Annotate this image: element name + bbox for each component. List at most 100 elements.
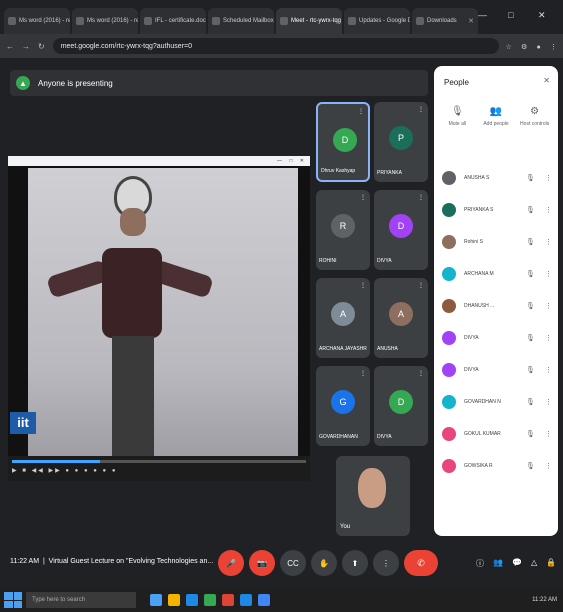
activities-icon[interactable]: △ [531, 558, 537, 569]
windows-start-icon[interactable] [4, 592, 22, 608]
people-panel-title: People [444, 78, 469, 87]
people-action-button[interactable]: ⚙ Host controls [517, 106, 553, 127]
mic-off-icon[interactable]: 🎙 [526, 334, 535, 342]
participant-tile[interactable]: ⋮ D Dhruv Kashyap [316, 102, 370, 182]
mic-button[interactable]: 🎤 [218, 550, 244, 576]
list-item[interactable]: Rohini S 🎙 ⋮ [434, 226, 558, 258]
tab-close-icon[interactable]: ✕ [468, 17, 474, 25]
people-icon[interactable]: 👥 [493, 558, 503, 569]
list-item[interactable]: GOVARDHAN N 🎙 ⋮ [434, 386, 558, 418]
list-item[interactable]: DIVYA 🎙 ⋮ [434, 354, 558, 386]
list-item[interactable]: PRIYANKA S 🎙 ⋮ [434, 194, 558, 226]
profile-icon[interactable]: ● [537, 44, 541, 51]
list-item[interactable]: GOKUL KUMAR 🎙 ⋮ [434, 418, 558, 450]
mic-off-icon[interactable]: 🎙 [526, 238, 535, 246]
people-action-icon: 🎙 [450, 106, 464, 117]
more-icon[interactable]: ⋮ [545, 302, 552, 310]
reload-icon[interactable]: ↻ [38, 42, 45, 51]
back-icon[interactable]: ← [6, 42, 14, 51]
more-icon[interactable]: ⋮ [545, 398, 552, 406]
taskbar-app-icon[interactable] [222, 594, 234, 606]
more-icon[interactable]: ⋮ [545, 462, 552, 470]
participant-tile[interactable]: ⋮ D DIVYA [374, 190, 428, 270]
mic-off-icon[interactable]: 🎙 [526, 366, 535, 374]
end-call-button[interactable]: ✆ [404, 550, 438, 576]
avatar [442, 267, 456, 281]
more-icon[interactable]: ⋮ [545, 334, 552, 342]
video-control-icons[interactable]: ▶ ■ ◀◀ ▶▶ ● ● ● ● ● ● [12, 467, 117, 474]
mic-off-icon[interactable]: 🎙 [526, 462, 535, 470]
lock-icon[interactable]: 🔒 [546, 558, 556, 569]
url-field[interactable]: meet.google.com/rtc-ywrx-tqg?authuser=0 [52, 38, 499, 54]
avatar [442, 395, 456, 409]
close-icon[interactable]: ✕ [543, 76, 550, 85]
participant-tile[interactable]: ⋮ P PRIYANKA [374, 102, 428, 182]
raise-hand-button[interactable]: ✋ [311, 550, 337, 576]
browser-tab[interactable]: Meet - rtc-ywrx-tqg✕ [276, 8, 342, 34]
browser-tab[interactable]: Ms word (2016) - review✕ [4, 8, 70, 34]
browser-tab[interactable]: Ms word (2016) - review✕ [72, 8, 138, 34]
robot-face [120, 208, 146, 236]
browser-tab[interactable]: Downloads ✕ [412, 8, 478, 34]
info-icon[interactable]: ⓘ [476, 558, 484, 569]
more-icon[interactable]: ⋮ [545, 270, 552, 278]
people-action-button[interactable]: 👥 Add people [478, 106, 514, 127]
list-item[interactable]: ANUSHA S 🎙 ⋮ [434, 162, 558, 194]
taskbar-app-icon[interactable] [186, 594, 198, 606]
more-icon[interactable]: ⋮ [545, 174, 552, 182]
mic-off-icon[interactable]: 🎙 [526, 430, 535, 438]
shared-screen: — □ ✕ iit ▶ ■ ◀◀ ▶▶ ● ● ● ● ● ● [8, 156, 310, 481]
list-item[interactable]: DIVYA 🎙 ⋮ [434, 322, 558, 354]
present-button[interactable]: ⬆ [342, 550, 368, 576]
participant-tile[interactable]: ⋮ D DIVYA [374, 366, 428, 446]
tab-title: Downloads [427, 18, 457, 24]
list-item[interactable]: DHANUSH ... 🎙 ⋮ [434, 290, 558, 322]
people-action-label: Mute all [448, 121, 467, 127]
more-options-button[interactable]: ⋮ [373, 550, 399, 576]
captions-button[interactable]: CC [280, 550, 306, 576]
extensions-icon[interactable]: ⚙ [521, 44, 527, 51]
taskbar-app-icon[interactable] [150, 594, 162, 606]
minimize-icon[interactable]: — [478, 10, 487, 20]
meeting-time: 11:22 AM [10, 558, 40, 565]
people-action-button[interactable]: 🎙 Mute all [439, 106, 475, 127]
mic-off-icon[interactable]: 🎙 [526, 398, 535, 406]
taskbar-app-icon[interactable] [240, 594, 252, 606]
mic-off-icon[interactable]: 🎙 [526, 206, 535, 214]
browser-tools: ☆ ⚙ ● ⋮ [499, 42, 558, 51]
video-progress-bar[interactable] [12, 460, 306, 463]
participant-tile-name: DIVYA [377, 434, 392, 440]
bookmark-icon[interactable]: ☆ [506, 44, 512, 51]
mic-off-icon: ⋮ [360, 371, 366, 377]
menu-icon[interactable]: ⋮ [550, 44, 557, 51]
tab-favicon-icon [348, 17, 356, 25]
taskbar-app-icon[interactable] [258, 594, 270, 606]
more-icon[interactable]: ⋮ [545, 206, 552, 214]
taskbar-app-icon[interactable] [168, 594, 180, 606]
browser-tab[interactable]: Updates - Google Drive ✕ [344, 8, 410, 34]
list-item[interactable]: ARCHANA M 🎙 ⋮ [434, 258, 558, 290]
more-icon[interactable]: ⋮ [545, 366, 552, 374]
taskbar-app-icon[interactable] [204, 594, 216, 606]
participant-tile[interactable]: ⋮ A ARCHANA JAYASHREE [316, 278, 370, 358]
mic-off-icon[interactable]: 🎙 [526, 270, 535, 278]
more-icon[interactable]: ⋮ [545, 430, 552, 438]
mic-off-icon[interactable]: 🎙 [526, 302, 535, 310]
list-item[interactable]: GOWSIKA R 🎙 ⋮ [434, 450, 558, 482]
participant-tile[interactable]: ⋮ G GOVARDHANAN [316, 366, 370, 446]
participant-name: PRIYANKA S [464, 207, 494, 213]
forward-icon[interactable]: → [22, 42, 30, 51]
more-icon[interactable]: ⋮ [545, 238, 552, 246]
chat-icon[interactable]: 💬 [512, 558, 522, 569]
browser-tab[interactable]: Scheduled Mailbox✕ [208, 8, 274, 34]
camera-button[interactable]: 📷 [249, 550, 275, 576]
maximize-icon[interactable]: □ [508, 10, 513, 20]
taskbar-search[interactable]: Type here to search [26, 592, 136, 608]
tab-close-icon[interactable]: ✕ [341, 17, 342, 25]
browser-tab[interactable]: IFL - certificate.docx✕ [140, 8, 206, 34]
participant-tile[interactable]: ⋮ R ROHINI [316, 190, 370, 270]
close-window-icon[interactable]: ✕ [538, 10, 546, 21]
participant-name: DHANUSH ... [464, 303, 495, 309]
participant-tile[interactable]: ⋮ A ANUSHA [374, 278, 428, 358]
mic-off-icon[interactable]: 🎙 [526, 174, 535, 182]
